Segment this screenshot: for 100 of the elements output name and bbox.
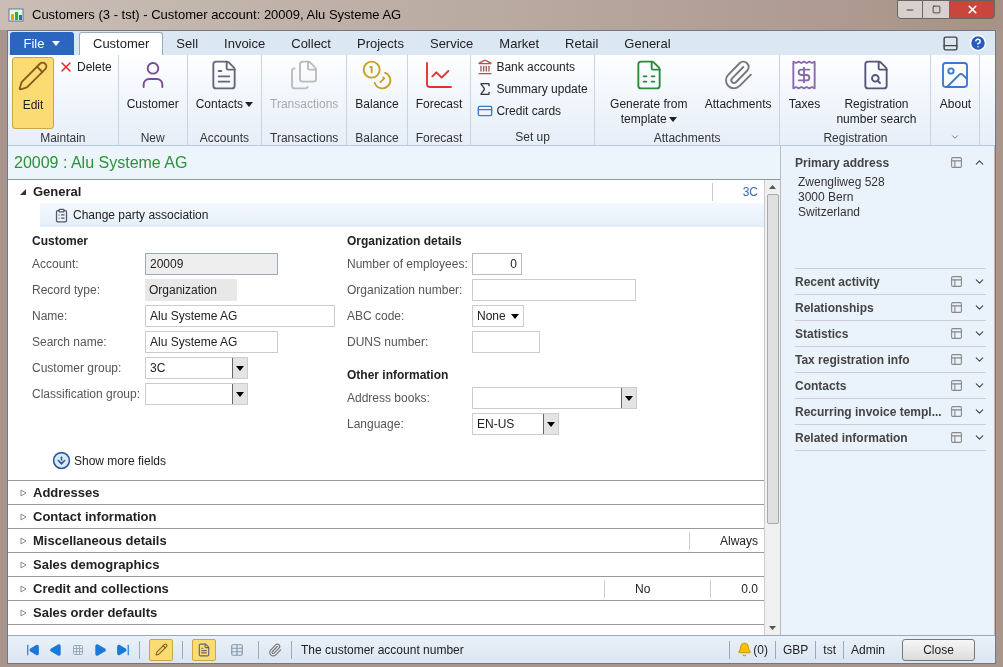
section-header[interactable]: Credit and collections (33, 578, 169, 599)
close-form-button[interactable]: Close (902, 638, 975, 661)
ribbon-button[interactable]: Bank accounts (475, 57, 590, 77)
ribbon-button[interactable]: Taxes (784, 57, 825, 129)
expanded-arrow-icon[interactable] (20, 187, 27, 196)
ribbon-button[interactable]: Balance (351, 57, 403, 129)
section-header[interactable]: Contact information (33, 506, 157, 527)
action-link[interactable]: Change party association (73, 206, 209, 224)
collapsed-arrow-icon[interactable] (20, 584, 27, 593)
group-label: Accounts (199, 129, 250, 147)
layout-icon[interactable] (942, 34, 959, 52)
open-pane-icon[interactable] (950, 379, 963, 392)
input-field[interactable]: Alu Systeme AG (145, 305, 335, 327)
factbox-title[interactable]: Statistics (795, 324, 950, 343)
address-line: 3000 Bern (798, 190, 855, 205)
open-pane-icon[interactable] (950, 353, 963, 366)
collapsed-arrow-icon[interactable] (20, 608, 27, 617)
section-header[interactable]: Miscellaneous details (33, 530, 167, 551)
collapsed-arrow-icon[interactable] (20, 488, 27, 497)
help-icon[interactable] (969, 34, 987, 52)
dropdown-icon (511, 313, 519, 319)
close-button[interactable] (949, 0, 995, 19)
scrollbar[interactable] (764, 180, 780, 635)
ribbon-tab[interactable]: Sell (163, 32, 212, 55)
previous-record-icon[interactable] (49, 642, 63, 657)
ribbon-tab[interactable]: Retail (552, 32, 612, 55)
ribbon-tab[interactable]: Invoice (211, 32, 279, 55)
factbox-title[interactable]: Primary address (795, 153, 950, 172)
factbox-title[interactable]: Recurring invoice templ... (795, 402, 950, 421)
input-field[interactable] (472, 331, 540, 353)
open-pane-icon[interactable] (950, 431, 963, 444)
ribbon-button[interactable]: Contacts (191, 57, 258, 129)
ribbon-button[interactable]: Generate from template (598, 57, 699, 129)
factbox-title[interactable]: Contacts (795, 376, 950, 395)
group-launcher-icon[interactable] (950, 132, 961, 142)
ribbon-button[interactable]: Forecast (411, 57, 467, 129)
input-field[interactable]: Alu Systeme AG (145, 331, 278, 353)
grid-icon[interactable] (72, 643, 84, 656)
ribbon-button[interactable]: Customer (122, 57, 183, 129)
record-title: 20009 : Alu Systeme AG (14, 152, 188, 173)
ribbon-button[interactable]: Summary update (475, 79, 590, 99)
maximize-button[interactable] (923, 0, 949, 19)
open-pane-icon[interactable] (950, 327, 963, 340)
input-field[interactable] (472, 279, 636, 301)
group-label: Transactions (270, 129, 339, 147)
ribbon-button[interactable]: Attachments (700, 57, 776, 129)
ribbon-tab[interactable]: Customer (79, 32, 164, 55)
attachment-icon[interactable] (268, 642, 282, 657)
factbox-title[interactable]: Relationships (795, 298, 950, 317)
open-pane-icon[interactable] (950, 156, 963, 169)
building-icon (477, 59, 494, 75)
ribbon-tab[interactable]: General (611, 32, 684, 55)
factbox-title[interactable]: Related information (795, 428, 950, 447)
paperclip-icon (722, 59, 755, 91)
readonly-field[interactable]: 20009 (145, 253, 278, 275)
edit-mode-button[interactable] (149, 638, 173, 661)
alert-count[interactable]: (0) (753, 640, 768, 659)
factbox-title[interactable]: Tax registration info (795, 350, 950, 369)
ribbon-tab[interactable]: Service (416, 32, 487, 55)
last-record-icon[interactable] (116, 642, 130, 657)
field-label: Number of employees: (347, 256, 469, 273)
ribbon-tab[interactable]: Market (486, 32, 553, 55)
bell-icon[interactable] (737, 642, 753, 657)
first-record-icon[interactable] (26, 642, 40, 657)
group-label: New (140, 129, 165, 147)
file-tab[interactable]: File (10, 32, 74, 55)
view-button[interactable] (192, 638, 216, 661)
ribbon-tab[interactable]: Collect (278, 32, 344, 55)
expand-circle-icon[interactable] (52, 451, 71, 470)
input-field[interactable]: 0 (472, 253, 522, 275)
section-header[interactable]: Addresses (33, 482, 100, 503)
collapsed-arrow-icon[interactable] (20, 536, 27, 545)
minimize-button[interactable] (897, 0, 923, 19)
open-pane-icon[interactable] (950, 301, 963, 314)
ribbon-button[interactable]: About (935, 57, 976, 129)
factbox-title[interactable]: Recent activity (795, 272, 950, 291)
section-header[interactable]: Sales demographics (33, 554, 160, 575)
show-more-link[interactable]: Show more fields (74, 451, 167, 470)
group-label: Attachments (653, 129, 721, 147)
field-label: Customer group: (32, 360, 123, 377)
scroll-down-icon[interactable] (769, 626, 776, 630)
ribbon-button[interactable]: Credit cards (475, 101, 590, 121)
scroll-up-icon[interactable] (769, 185, 776, 189)
collapsed-arrow-icon[interactable] (20, 512, 27, 521)
ribbon-button[interactable]: Edit (12, 57, 54, 129)
card-icon (477, 103, 494, 119)
combo-box[interactable]: 3C (145, 357, 248, 379)
ribbon-button[interactable]: Registration number search (826, 57, 927, 129)
ribbon-tab[interactable]: Projects (344, 32, 417, 55)
open-pane-icon[interactable] (950, 275, 963, 288)
open-pane-icon[interactable] (950, 405, 963, 418)
section-header[interactable]: Sales order defaults (33, 602, 158, 623)
ribbon-button[interactable]: Delete (56, 57, 114, 77)
collapsed-arrow-icon[interactable] (20, 560, 27, 569)
combo-box[interactable]: EN-US (472, 413, 559, 435)
dropdown-field[interactable]: None (472, 305, 524, 327)
field-label: Language: (347, 416, 405, 433)
next-record-icon[interactable] (93, 642, 107, 657)
address-line: Switzerland (798, 205, 862, 220)
section-header[interactable]: General (33, 181, 82, 202)
